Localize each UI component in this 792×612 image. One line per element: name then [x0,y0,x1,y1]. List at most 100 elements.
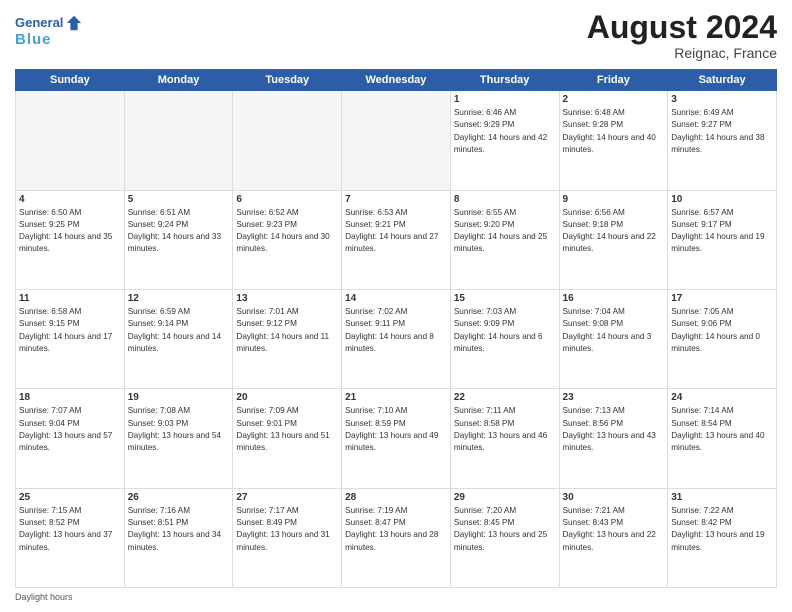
calendar-day-1: 1 Sunrise: 6:46 AMSunset: 9:29 PMDaylight… [450,91,559,190]
logo-blue: Blue [15,32,83,49]
day-number: 20 [236,392,338,403]
header: General Blue August 2024 Reignac, France [15,10,777,61]
day-number: 4 [19,194,121,205]
day-detail: Sunrise: 7:07 AMSunset: 9:04 PMDaylight:… [19,405,121,454]
calendar-day-5: 5 Sunrise: 6:51 AMSunset: 9:24 PMDaylight… [124,190,233,289]
day-detail: Sunrise: 6:51 AMSunset: 9:24 PMDaylight:… [128,207,230,256]
day-number: 7 [345,194,447,205]
day-number: 5 [128,194,230,205]
day-number: 6 [236,194,338,205]
day-detail: Sunrise: 7:10 AMSunset: 8:59 PMDaylight:… [345,405,447,454]
calendar-day-10: 10 Sunrise: 6:57 AMSunset: 9:17 PMDayligh… [668,190,777,289]
calendar-day-30: 30Sunrise: 7:21 AMSunset: 8:43 PMDayligh… [559,488,668,587]
calendar-week-1: 1 Sunrise: 6:46 AMSunset: 9:29 PMDaylight… [16,91,777,190]
location: Reignac, France [587,45,777,61]
day-number: 1 [454,94,556,105]
day-number: 17 [671,293,773,304]
logo-general: General [15,16,63,30]
calendar-day-25: 25 Sunrise: 7:15 AMSunset: 8:52 PMDayligh… [16,488,125,587]
day-detail: Sunrise: 6:55 AMSunset: 9:20 PMDaylight:… [454,207,556,256]
day-number: 21 [345,392,447,403]
calendar-day-23: 23 Sunrise: 7:13 AMSunset: 8:56 PMDayligh… [559,389,668,488]
calendar-header-row: SundayMondayTuesdayWednesdayThursdayFrid… [16,70,777,91]
calendar-day-2: 2Sunrise: 6:48 AMSunset: 9:28 PMDaylight… [559,91,668,190]
day-number: 25 [19,492,121,503]
day-number: 12 [128,293,230,304]
day-detail: Sunrise: 7:21 AMSunset: 8:43 PMDaylight:… [563,505,665,554]
day-detail: Sunrise: 7:22 AMSunset: 8:42 PMDaylight:… [671,505,773,554]
calendar-day-20: 20 Sunrise: 7:09 AMSunset: 9:01 PMDayligh… [233,389,342,488]
day-number: 31 [671,492,773,503]
page: General Blue August 2024 Reignac, France… [0,0,792,612]
calendar-day-4: 4 Sunrise: 6:50 AMSunset: 9:25 PMDaylight… [16,190,125,289]
day-number: 28 [345,492,447,503]
title-block: August 2024 Reignac, France [587,10,777,61]
calendar-week-3: 11 Sunrise: 6:58 AMSunset: 9:15 PMDayligh… [16,289,777,388]
calendar-day-empty [233,91,342,190]
day-number: 16 [563,293,665,304]
calendar-day-31: 31 Sunrise: 7:22 AMSunset: 8:42 PMDayligh… [668,488,777,587]
day-number: 11 [19,293,121,304]
col-header-monday: Monday [124,70,233,91]
daylight-label: Daylight hours [15,592,73,602]
day-detail: Sunrise: 6:46 AMSunset: 9:29 PMDaylight:… [454,107,556,156]
calendar-day-empty [16,91,125,190]
day-number: 14 [345,293,447,304]
day-detail: Sunrise: 6:58 AMSunset: 9:15 PMDaylight:… [19,306,121,355]
day-detail: Sunrise: 6:56 AMSunset: 9:18 PMDaylight:… [563,207,665,256]
day-detail: Sunrise: 7:02 AMSunset: 9:11 PMDaylight:… [345,306,447,355]
calendar-day-26: 26Sunrise: 7:16 AMSunset: 8:51 PMDayligh… [124,488,233,587]
day-number: 13 [236,293,338,304]
calendar-day-27: 27Sunrise: 7:17 AMSunset: 8:49 PMDayligh… [233,488,342,587]
day-detail: Sunrise: 7:03 AMSunset: 9:09 PMDaylight:… [454,306,556,355]
calendar-day-29: 29 Sunrise: 7:20 AMSunset: 8:45 PMDayligh… [450,488,559,587]
day-detail: Sunrise: 7:16 AMSunset: 8:51 PMDaylight:… [128,505,230,554]
day-detail: Sunrise: 7:01 AMSunset: 9:12 PMDaylight:… [236,306,338,355]
day-detail: Sunrise: 7:13 AMSunset: 8:56 PMDaylight:… [563,405,665,454]
col-header-tuesday: Tuesday [233,70,342,91]
calendar-day-11: 11 Sunrise: 6:58 AMSunset: 9:15 PMDayligh… [16,289,125,388]
col-header-sunday: Sunday [16,70,125,91]
calendar-day-24: 24Sunrise: 7:14 AMSunset: 8:54 PMDayligh… [668,389,777,488]
day-detail: Sunrise: 6:52 AMSunset: 9:23 PMDaylight:… [236,207,338,256]
day-number: 29 [454,492,556,503]
day-number: 3 [671,94,773,105]
calendar-day-7: 7 Sunrise: 6:53 AMSunset: 9:21 PMDaylight… [342,190,451,289]
day-number: 23 [563,392,665,403]
day-number: 24 [671,392,773,403]
day-detail: Sunrise: 7:15 AMSunset: 8:52 PMDaylight:… [19,505,121,554]
day-number: 10 [671,194,773,205]
calendar-week-4: 18 Sunrise: 7:07 AMSunset: 9:04 PMDayligh… [16,389,777,488]
day-detail: Sunrise: 7:17 AMSunset: 8:49 PMDaylight:… [236,505,338,554]
day-number: 15 [454,293,556,304]
logo: General Blue [15,14,83,49]
footer: Daylight hours [15,592,777,602]
calendar-day-12: 12Sunrise: 6:59 AMSunset: 9:14 PMDayligh… [124,289,233,388]
calendar-day-empty [124,91,233,190]
calendar-day-17: 17Sunrise: 7:05 AMSunset: 9:06 PMDayligh… [668,289,777,388]
calendar-day-15: 15 Sunrise: 7:03 AMSunset: 9:09 PMDayligh… [450,289,559,388]
day-detail: Sunrise: 7:08 AMSunset: 9:03 PMDaylight:… [128,405,230,454]
day-detail: Sunrise: 7:09 AMSunset: 9:01 PMDaylight:… [236,405,338,454]
day-detail: Sunrise: 7:11 AMSunset: 8:58 PMDaylight:… [454,405,556,454]
day-number: 2 [563,94,665,105]
calendar-day-6: 6 Sunrise: 6:52 AMSunset: 9:23 PMDaylight… [233,190,342,289]
day-detail: Sunrise: 7:20 AMSunset: 8:45 PMDaylight:… [454,505,556,554]
day-detail: Sunrise: 6:50 AMSunset: 9:25 PMDaylight:… [19,207,121,256]
calendar-day-empty [342,91,451,190]
calendar-day-8: 8 Sunrise: 6:55 AMSunset: 9:20 PMDaylight… [450,190,559,289]
day-detail: Sunrise: 6:49 AMSunset: 9:27 PMDaylight:… [671,107,773,156]
calendar-week-2: 4 Sunrise: 6:50 AMSunset: 9:25 PMDaylight… [16,190,777,289]
calendar-day-19: 19Sunrise: 7:08 AMSunset: 9:03 PMDayligh… [124,389,233,488]
day-number: 18 [19,392,121,403]
col-header-thursday: Thursday [450,70,559,91]
logo-icon [65,14,83,32]
day-number: 8 [454,194,556,205]
day-detail: Sunrise: 6:57 AMSunset: 9:17 PMDaylight:… [671,207,773,256]
calendar-day-22: 22Sunrise: 7:11 AMSunset: 8:58 PMDayligh… [450,389,559,488]
day-detail: Sunrise: 7:19 AMSunset: 8:47 PMDaylight:… [345,505,447,554]
day-detail: Sunrise: 6:53 AMSunset: 9:21 PMDaylight:… [345,207,447,256]
calendar-day-21: 21 Sunrise: 7:10 AMSunset: 8:59 PMDayligh… [342,389,451,488]
day-number: 9 [563,194,665,205]
calendar-table: SundayMondayTuesdayWednesdayThursdayFrid… [15,69,777,588]
